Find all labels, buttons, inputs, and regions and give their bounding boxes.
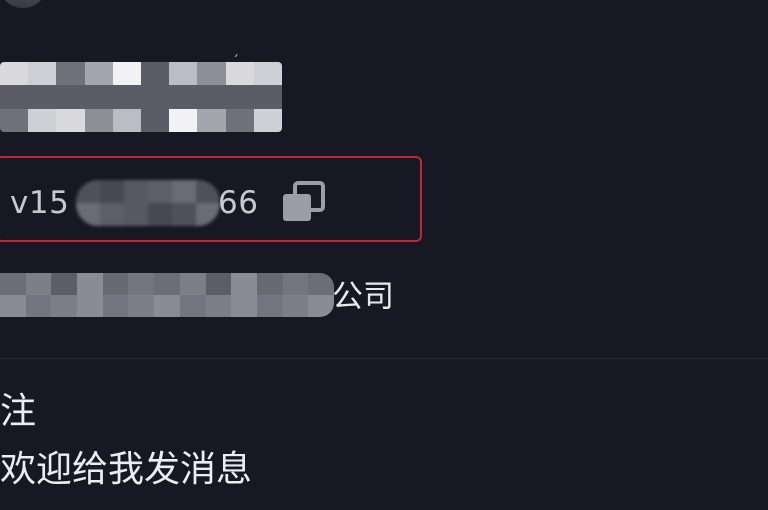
mosaic-tile [172,203,196,226]
mosaic-tile [112,62,141,86]
mosaic-tile [77,273,103,295]
mosaic-tile [179,295,206,317]
mosaic-tile [0,295,26,317]
section-divider [0,358,768,359]
account-id-blurred [76,180,220,226]
nickname-partial-glyph: ˊ [232,54,239,70]
mosaic-tile [84,85,113,109]
account-id-suffix: 66 [218,185,259,221]
mosaic-tile [141,108,170,132]
mosaic-tile [84,108,113,132]
mosaic-tile [25,273,52,295]
mosaic-tile [100,203,124,226]
company-name-blurred [0,273,334,317]
mosaic-tile [308,273,334,295]
mosaic-tile [51,273,78,295]
mosaic-tile [141,62,170,86]
mosaic-tile [56,85,85,109]
mosaic-tile [128,273,155,295]
mosaic-tile [253,85,282,109]
mosaic-tile [231,295,257,317]
copy-icon[interactable] [280,181,326,223]
mosaic-tile [197,108,226,132]
mosaic-tile [169,62,198,86]
mosaic-tile [148,180,172,203]
mosaic-tile [308,295,334,317]
mosaic-tile [253,108,282,132]
mosaic-tile [102,295,129,317]
copy-icon-graphic [283,181,325,221]
mosaic-tile [169,85,198,109]
mosaic-tile [148,203,172,226]
mosaic-tile [172,180,196,203]
mosaic-tile [154,295,180,317]
profile-screen: ˊ v15 66 公司 注 欢迎给我发消息 [0,0,768,510]
mosaic-tile [128,295,155,317]
mosaic-tile [225,108,254,132]
nickname-blurred [0,62,282,132]
mosaic-tile [124,180,148,203]
mosaic-tile [141,85,170,109]
bio-line-2: 欢迎给我发消息 [0,449,253,490]
mosaic-tile [205,273,232,295]
mosaic-tile [28,108,57,132]
mosaic-tile [51,295,78,317]
mosaic-tile [28,62,57,86]
mosaic-tile [0,273,26,295]
mosaic-tile [282,273,309,295]
mosaic-tile [231,273,257,295]
mosaic-tile [100,180,124,203]
bio-line-1: 注 [0,391,37,432]
mosaic-tile [28,85,57,109]
mosaic-tile [77,295,103,317]
mosaic-tile [56,108,85,132]
mosaic-tile [225,85,254,109]
mosaic-tile [205,295,232,317]
mosaic-tile [197,85,226,109]
mosaic-tile [56,62,85,86]
mosaic-tile [0,62,29,86]
mosaic-tile [112,108,141,132]
mosaic-tile [256,273,283,295]
avatar[interactable] [0,0,46,8]
company-name-suffix: 公司 [332,279,394,315]
mosaic-tile [124,203,148,226]
mosaic-tile [102,273,129,295]
mosaic-tile [0,108,29,132]
mosaic-tile [282,295,309,317]
mosaic-tile [179,273,206,295]
account-id-prefix: v15 [10,185,70,221]
mosaic-tile [169,108,198,132]
mosaic-tile [0,85,29,109]
mosaic-tile [154,273,180,295]
mosaic-tile [253,62,282,86]
mosaic-tile [256,295,283,317]
mosaic-tile [112,85,141,109]
mosaic-tile [197,62,226,86]
mosaic-tile [25,295,52,317]
mosaic-tile [84,62,113,86]
